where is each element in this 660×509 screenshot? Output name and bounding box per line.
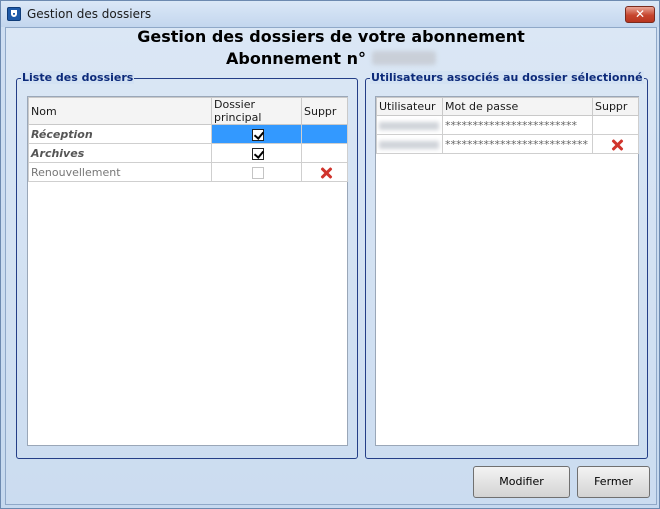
suppr-cell: [592, 115, 639, 135]
folder-name[interactable]: Archives: [28, 143, 212, 163]
folders-header-row: Nom Dossier principal Suppr: [28, 97, 348, 125]
users-group-label: Utilisateurs associés au dossier sélecti…: [370, 71, 644, 84]
column-header-suppr[interactable]: Suppr: [301, 97, 348, 125]
column-header-principal[interactable]: Dossier principal: [211, 97, 302, 125]
title-bar[interactable]: Gestion des dossiers ✕: [1, 1, 659, 27]
user-cell[interactable]: [376, 134, 443, 154]
folders-grid[interactable]: Nom Dossier principal Suppr Réception Ar…: [27, 96, 348, 446]
username-redacted: [379, 140, 439, 149]
principal-cell[interactable]: [211, 124, 302, 144]
table-row[interactable]: **************************: [376, 134, 639, 154]
trophy-icon: [7, 7, 21, 21]
subscription-line: Abonnement n°: [1, 49, 660, 68]
column-header-suppr[interactable]: Suppr: [592, 97, 639, 116]
table-row[interactable]: Réception: [28, 124, 348, 144]
users-header-row: Utilisateur Mot de passe Suppr: [376, 97, 639, 116]
suppr-cell[interactable]: [592, 134, 639, 154]
close-window-button[interactable]: ✕: [625, 6, 655, 23]
folders-group-label: Liste des dossiers: [21, 71, 135, 84]
principal-cell[interactable]: [211, 162, 302, 182]
folder-name[interactable]: Renouvellement: [28, 162, 212, 182]
column-header-utilisateur[interactable]: Utilisateur: [376, 97, 443, 116]
suppr-cell: [301, 124, 348, 144]
suppr-cell: [301, 143, 348, 163]
column-header-nom[interactable]: Nom: [28, 97, 212, 125]
column-header-mot-de-passe[interactable]: Mot de passe: [442, 97, 593, 116]
suppr-cell[interactable]: [301, 162, 348, 182]
principal-checkbox[interactable]: [251, 166, 264, 179]
password-cell[interactable]: **************************: [442, 134, 593, 154]
users-group: Utilisateurs associés au dossier sélecti…: [365, 71, 648, 459]
window-title: Gestion des dossiers: [27, 7, 152, 21]
page-title: Gestion des dossiers de votre abonnement: [137, 27, 525, 46]
table-row[interactable]: Archives: [28, 143, 348, 163]
principal-checkbox[interactable]: [251, 128, 264, 141]
table-row[interactable]: Renouvellement: [28, 162, 348, 182]
principal-cell[interactable]: [211, 143, 302, 163]
folders-group: Liste des dossiers Nom Dossier principal…: [16, 71, 358, 459]
users-grid[interactable]: Utilisateur Mot de passe Suppr *********…: [375, 96, 639, 446]
subscription-number-redacted: [371, 51, 436, 65]
close-button[interactable]: Fermer: [577, 466, 650, 498]
username-redacted: [379, 121, 439, 130]
principal-checkbox[interactable]: [251, 147, 264, 160]
modify-button[interactable]: Modifier: [473, 466, 570, 498]
password-cell[interactable]: ************************: [442, 115, 593, 135]
folder-name[interactable]: Réception: [28, 124, 212, 144]
user-cell[interactable]: [376, 115, 443, 135]
dialog-window: Gestion des dossiers ✕ Gestion des dossi…: [0, 0, 660, 509]
subscription-label: Abonnement n°: [226, 49, 366, 68]
delete-icon[interactable]: [611, 139, 623, 151]
delete-icon[interactable]: [320, 167, 332, 179]
table-row[interactable]: ************************: [376, 115, 639, 135]
